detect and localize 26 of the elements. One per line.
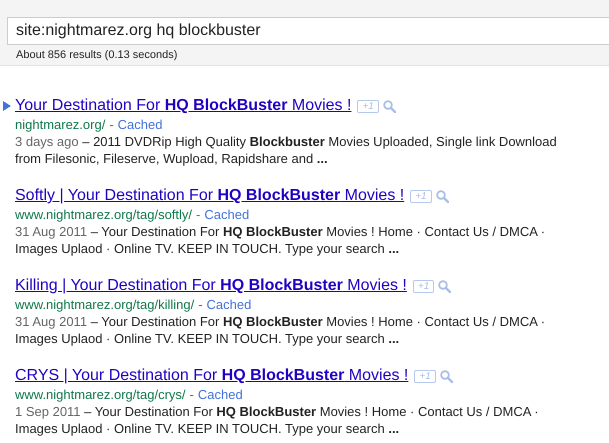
search-icon[interactable]: [438, 280, 452, 292]
result-title-link[interactable]: Your Destination For HQ BlockBuster Movies !: [15, 97, 352, 115]
result-title-link[interactable]: Killing | Your Destination For HQ BlockBuster Movies !: [15, 277, 407, 295]
result-snippet: 1 Sep 2011 – Your Destination For HQ BlockBuster Movies ! Home · Contact Us / DMCA · Images Uplaod · Online TV. KEEP IN TOUCH. Type your search ...: [14, 403, 540, 437]
result-snippet: 31 Aug 2011 – Your Destination For HQ BlockBuster Movies ! Home · Contact Us / DMCA · Images Uplaod · Online TV. KEEP IN TOUCH. Type your search ...: [14, 313, 546, 347]
search-field[interactable]: site:nightmarez.org hq blockbuster: [7, 17, 609, 45]
result-url: www.nightmarez.org/tag/softly/: [15, 207, 192, 222]
result-url: www.nightmarez.org/tag/killing/: [15, 297, 194, 312]
search-icon[interactable]: [440, 370, 453, 382]
result-url: nightmarez.org/: [15, 117, 106, 132]
cached-link[interactable]: Cached: [118, 117, 162, 132]
cached-link[interactable]: Cached: [206, 297, 252, 312]
result-url: www.nightmarez.org/tag/crys/: [15, 387, 186, 402]
search-icon[interactable]: [382, 100, 396, 112]
search-icon[interactable]: [436, 190, 449, 202]
result-stats: About 856 results (0.13 seconds): [16, 49, 178, 61]
cached-link[interactable]: Cached: [204, 207, 250, 222]
result-title-link[interactable]: Softly | Your Destination For HQ BlockBuster Movies !: [15, 187, 404, 205]
cached-link[interactable]: Cached: [198, 387, 243, 402]
separator: -: [196, 207, 200, 222]
separator: -: [198, 297, 203, 312]
result-snippet: 31 Aug 2011 – Your Destination For HQ BlockBuster Movies ! Home · Contact Us / DMCA · Images Uplaod · Online TV. KEEP IN TOUCH. Type your search ...: [14, 223, 546, 257]
separator: -: [109, 117, 114, 132]
separator: -: [190, 387, 194, 402]
result-snippet: 3 days ago – 2011 DVDRip High Quality Blockbuster Movies Uploaded, Single link Download from Filesonic, Fileserve, Wupload, Rapidshare and ...: [14, 133, 558, 167]
result-title-link[interactable]: CRYS | Your Destination For HQ BlockBuster Movies !: [15, 367, 408, 385]
